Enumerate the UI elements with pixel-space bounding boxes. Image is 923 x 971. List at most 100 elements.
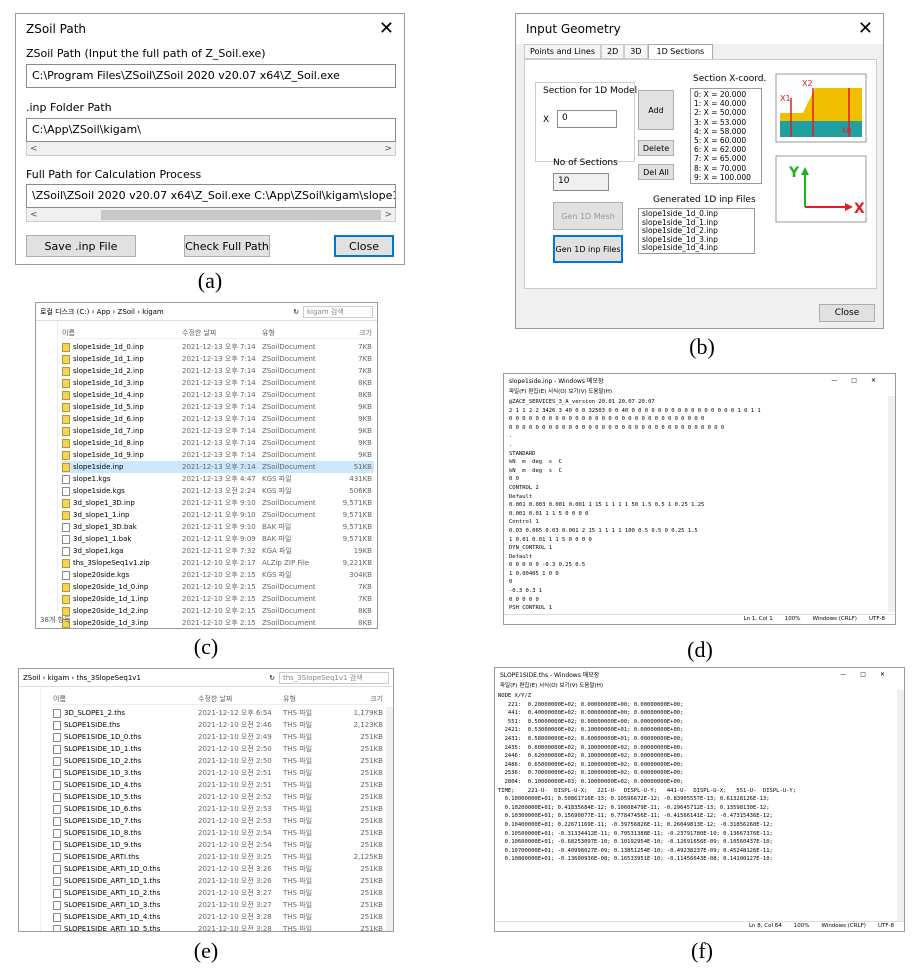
delete-button[interactable]: Delete: [638, 140, 674, 156]
scroll-right-icon[interactable]: >: [384, 210, 392, 220]
table-row[interactable]: 3d_slope1_1.inp 2021-12-11 오후 9:10 ZSoilDo…: [62, 509, 374, 521]
full-path-input[interactable]: \ZSoil\ZSoil 2020 v20.07 x64\Z_Soil.exe …: [26, 184, 396, 208]
breadcrumb[interactable]: 로컬 디스크 (C:) › App › ZSoil › kigam: [40, 307, 289, 317]
generated-files-list[interactable]: slope1side_1d_0.inp slope1side_1d_1.inp sl…: [638, 208, 755, 254]
table-row[interactable]: 3D_SLOPE1_2.ths 2021-12-12 오후 6:54 THS 파일 1…: [53, 707, 383, 719]
tab-3d[interactable]: 3D: [624, 44, 648, 59]
check-full-path-button[interactable]: Check Full Path: [184, 235, 270, 257]
header-type[interactable]: 유형: [283, 694, 343, 704]
table-row[interactable]: ths_3SlopeSeq1v1.zip 2021-12-10 오후 2:17 AL…: [62, 557, 374, 569]
table-row[interactable]: SLOPE1SIDE_1D_8.ths 2021-12-10 오전 2:54 THS…: [53, 827, 383, 839]
tab-2d[interactable]: 2D: [601, 44, 625, 59]
xcoord-item[interactable]: 4: X = 58.000: [694, 127, 758, 136]
table-row[interactable]: SLOPE1SIDE_1D_1.ths 2021-12-10 오전 2:50 THS…: [53, 743, 383, 755]
refresh-icon[interactable]: ↻: [269, 674, 275, 682]
table-row[interactable]: SLOPE1SIDE_ARTI_1D_3.ths 2021-12-10 오전 3:…: [53, 899, 383, 911]
xcoord-item[interactable]: 5: X = 60.000: [694, 136, 758, 145]
table-row[interactable]: SLOPE1SIDE_1D_2.ths 2021-12-10 오전 2:50 THS…: [53, 755, 383, 767]
xcoord-item[interactable]: 9: X = 100.000: [694, 173, 758, 182]
table-row[interactable]: SLOPE1SIDE_1D_6.ths 2021-12-10 오전 2:53 THS…: [53, 803, 383, 815]
table-row[interactable]: SLOPE1SIDE.ths 2021-12-10 오전 2:46 THS 파일 2,…: [53, 719, 383, 731]
header-size[interactable]: 크기: [332, 328, 372, 338]
table-row[interactable]: 3d_slope1.kga 2021-12-11 오후 7:32 KGA 파일 19K…: [62, 545, 374, 557]
vertical-scrollbar[interactable]: [888, 396, 895, 612]
header-name[interactable]: 이름: [62, 328, 182, 338]
header-size[interactable]: 크기: [343, 694, 383, 704]
window-controls-icon[interactable]: —□✕: [831, 377, 890, 384]
table-row[interactable]: SLOPE1SIDE_1D_7.ths 2021-12-10 오전 2:53 THS…: [53, 815, 383, 827]
search-input[interactable]: ths_3SlopeSeq1v1 검색: [279, 671, 389, 684]
nav-pane[interactable]: [19, 687, 41, 931]
delete-all-button[interactable]: Del All: [638, 164, 674, 180]
table-row[interactable]: slope1side.kgs 2021-12-13 오전 2:24 KGS 파일 50…: [62, 485, 374, 497]
xcoord-item[interactable]: 2: X = 50.000: [694, 108, 758, 117]
close-button[interactable]: Close: [819, 304, 875, 322]
close-icon[interactable]: ✕: [858, 20, 873, 38]
xcoord-item[interactable]: 8: X = 70.000: [694, 164, 758, 173]
save-inp-button[interactable]: Save .inp File: [26, 235, 136, 257]
gen-1d-mesh-button[interactable]: Gen 1D Mesh: [553, 202, 623, 230]
xcoord-item[interactable]: 1: X = 40.000: [694, 99, 758, 108]
table-row[interactable]: slope1side_1d_0.inp 2021-12-13 오후 7:14 ZSo…: [62, 341, 374, 353]
table-row[interactable]: SLOPE1SIDE_1D_0.ths 2021-12-10 오전 2:49 THS…: [53, 731, 383, 743]
table-row[interactable]: 3d_slope1_3D.bak 2021-12-11 오후 9:10 BAK 파일…: [62, 521, 374, 533]
no-sections-input[interactable]: 10: [553, 173, 609, 191]
inp-folder-input[interactable]: C:\App\ZSoil\kigam\: [26, 118, 396, 142]
inp-folder-scrollbar[interactable]: < >: [26, 142, 396, 156]
table-row[interactable]: slope1.kgs 2021-12-13 오후 4:47 KGS 파일 431KB: [62, 473, 374, 485]
table-row[interactable]: slope1side_1d_8.inp 2021-12-13 오후 7:14 ZSo…: [62, 437, 374, 449]
text-area[interactable]: NODE X/Y/Z 221: 0.20000000E+02; 0.000000…: [498, 692, 894, 916]
generated-file-item[interactable]: slope1side_1d_4.inp: [642, 244, 751, 253]
gen-1d-inp-button[interactable]: Gen 1D inp Files: [553, 235, 623, 263]
search-input[interactable]: kigam 검색: [303, 305, 373, 318]
table-row[interactable]: SLOPE1SIDE_1D_3.ths 2021-12-10 오전 2:51 THS…: [53, 767, 383, 779]
table-row[interactable]: slope20side_1d_1.inp 2021-12-10 오후 2:15 ZS…: [62, 593, 374, 605]
tab-points-lines[interactable]: Points and Lines: [524, 44, 602, 59]
table-row[interactable]: 3d_slope1_1.bak 2021-12-11 오후 9:09 BAK 파일 9…: [62, 533, 374, 545]
full-path-scrollbar[interactable]: < >: [26, 208, 396, 222]
x-input[interactable]: 0: [557, 110, 617, 128]
tab-1d-sections[interactable]: 1D Sections: [647, 44, 714, 59]
scroll-thumb[interactable]: [101, 209, 381, 220]
table-row[interactable]: slope1side_1d_7.inp 2021-12-13 오후 7:14 ZSo…: [62, 425, 374, 437]
menu-bar[interactable]: 파일(F) 편집(E) 서식(O) 보기(V) 도움말(H): [495, 680, 904, 689]
table-row[interactable]: SLOPE1SIDE_ARTI_1D_4.ths 2021-12-10 오전 3:…: [53, 911, 383, 923]
table-row[interactable]: slope1side_1d_4.inp 2021-12-13 오후 7:14 ZSo…: [62, 389, 374, 401]
xcoord-item[interactable]: 0: X = 20.000: [694, 90, 758, 99]
text-area[interactable]: @ZACE_SERVICES_3_A_version 20.01 20.07 2…: [509, 398, 887, 610]
vertical-scrollbar[interactable]: [386, 707, 393, 931]
table-row[interactable]: slope20side_1d_0.inp 2021-12-10 오후 2:15 ZS…: [62, 581, 374, 593]
xcoord-list[interactable]: 0: X = 20.000 1: X = 40.000 2: X = 50.000 3…: [690, 88, 762, 184]
table-row[interactable]: SLOPE1SIDE_1D_4.ths 2021-12-10 오전 2:51 THS…: [53, 779, 383, 791]
close-button[interactable]: Close: [334, 235, 394, 257]
table-row[interactable]: slope20side.kgs 2021-12-10 오후 2:15 KGS 파일 3…: [62, 569, 374, 581]
nav-pane[interactable]: [36, 321, 58, 611]
table-row[interactable]: slope1side_1d_2.inp 2021-12-13 오후 7:14 ZSo…: [62, 365, 374, 377]
add-button[interactable]: Add: [638, 90, 674, 130]
table-row[interactable]: SLOPE1SIDE_ARTI_1D_0.ths 2021-12-10 오전 3:…: [53, 863, 383, 875]
table-row[interactable]: slope1side_1d_5.inp 2021-12-13 오후 7:14 ZSo…: [62, 401, 374, 413]
zsoil-path-input[interactable]: C:\Program Files\ZSoil\ZSoil 2020 v20.07…: [26, 64, 396, 88]
window-controls-icon[interactable]: —□✕: [840, 671, 899, 678]
table-row[interactable]: slope20side_1d_2.inp 2021-12-10 오후 2:15 ZS…: [62, 605, 374, 617]
xcoord-item[interactable]: 7: X = 65.000: [694, 154, 758, 163]
vertical-scrollbar[interactable]: [897, 690, 904, 922]
table-row[interactable]: slope1side_1d_1.inp 2021-12-13 오후 7:14 ZSo…: [62, 353, 374, 365]
header-type[interactable]: 유형: [262, 328, 332, 338]
close-icon[interactable]: ✕: [379, 20, 394, 38]
table-row[interactable]: SLOPE1SIDE_ARTI.ths 2021-12-10 오전 3:25 THS…: [53, 851, 383, 863]
table-row[interactable]: SLOPE1SIDE_1D_5.ths 2021-12-10 오전 2:52 THS…: [53, 791, 383, 803]
refresh-icon[interactable]: ↻: [293, 308, 299, 316]
xcoord-item[interactable]: 3: X = 53.000: [694, 118, 758, 127]
table-row[interactable]: SLOPE1SIDE_ARTI_1D_5.ths 2021-12-10 오전 3:…: [53, 923, 383, 931]
xcoord-item[interactable]: 6: X = 62.000: [694, 145, 758, 154]
table-row[interactable]: slope1side_1d_3.inp 2021-12-13 오후 7:14 ZSo…: [62, 377, 374, 389]
breadcrumb[interactable]: ZSoil › kigam › ths_3SlopeSeq1v1: [23, 674, 265, 682]
scroll-left-icon[interactable]: <: [30, 144, 38, 154]
header-date[interactable]: 수정한 날짜: [182, 328, 262, 338]
table-row[interactable]: slope1side_1d_9.inp 2021-12-13 오후 7:14 ZSo…: [62, 449, 374, 461]
table-row[interactable]: 3d_slope1_3D.inp 2021-12-11 오후 9:10 ZSoilD…: [62, 497, 374, 509]
table-row[interactable]: SLOPE1SIDE_ARTI_1D_2.ths 2021-12-10 오전 3:…: [53, 887, 383, 899]
table-row[interactable]: slope1side_1d_6.inp 2021-12-13 오후 7:14 ZSo…: [62, 413, 374, 425]
table-row[interactable]: SLOPE1SIDE_ARTI_1D_1.ths 2021-12-10 오전 3:…: [53, 875, 383, 887]
